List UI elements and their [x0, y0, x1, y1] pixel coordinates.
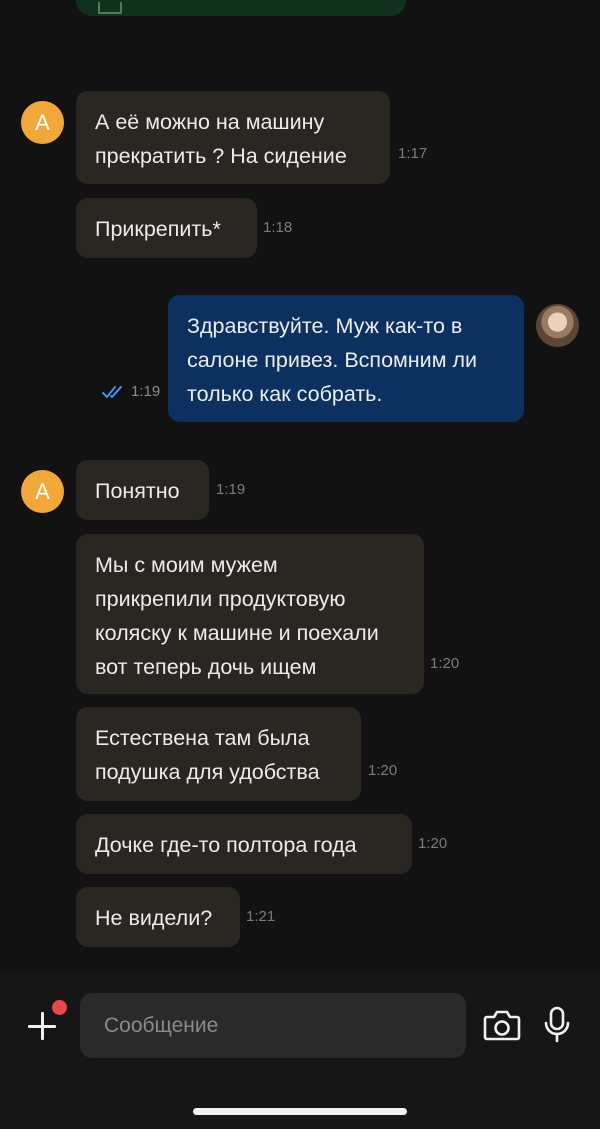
previous-message-card[interactable] — [76, 0, 406, 16]
contact-avatar[interactable]: А — [21, 101, 64, 144]
double-check-icon — [102, 386, 122, 398]
message-bubble-5[interactable]: Мы с моим мужем прикрепили продуктовую к… — [76, 534, 424, 694]
message-bubble-4[interactable]: Понятно — [76, 460, 209, 520]
message-time: 1:19 — [131, 383, 161, 400]
home-indicator[interactable] — [193, 1108, 407, 1115]
message-time: 1:18 — [263, 219, 293, 236]
microphone-icon[interactable] — [543, 1006, 571, 1044]
message-bubble-3[interactable]: Здравствуйте. Муж как-то в салоне привез… — [168, 295, 524, 422]
message-input[interactable]: Сообщение — [80, 993, 466, 1058]
message-text: Здравствуйте. Муж как-то в салоне привез… — [187, 314, 477, 406]
attachment-icon — [98, 2, 122, 14]
message-bubble-7[interactable]: Дочке где-то полтора года — [76, 814, 412, 874]
message-text: Не видели? — [95, 906, 213, 930]
camera-icon[interactable] — [483, 1008, 521, 1042]
message-text: А её можно на машину прекратить ? На сид… — [95, 110, 347, 168]
my-avatar[interactable] — [536, 304, 579, 347]
message-time: 1:19 — [216, 481, 246, 498]
message-text: Прикрепить* — [95, 217, 221, 241]
message-text: Мы с моим мужем прикрепили продуктовую к… — [95, 553, 379, 679]
contact-avatar[interactable]: А — [21, 470, 64, 513]
notification-badge — [50, 998, 69, 1017]
message-bubble-8[interactable]: Не видели? — [76, 887, 240, 947]
message-time: 1:20 — [368, 762, 398, 779]
message-time: 1:17 — [398, 145, 428, 162]
message-text: Дочке где-то полтора года — [95, 833, 357, 857]
message-text: Понятно — [95, 479, 180, 503]
message-time: 1:21 — [246, 908, 276, 925]
message-time: 1:20 — [430, 655, 460, 672]
message-bubble-6[interactable]: Естествена там была подушка для удобства — [76, 707, 361, 801]
message-text: Естествена там была подушка для удобства — [95, 726, 320, 784]
message-bubble-1[interactable]: А её можно на машину прекратить ? На сид… — [76, 91, 390, 184]
message-bubble-2[interactable]: Прикрепить* — [76, 198, 257, 258]
message-time: 1:20 — [418, 835, 448, 852]
